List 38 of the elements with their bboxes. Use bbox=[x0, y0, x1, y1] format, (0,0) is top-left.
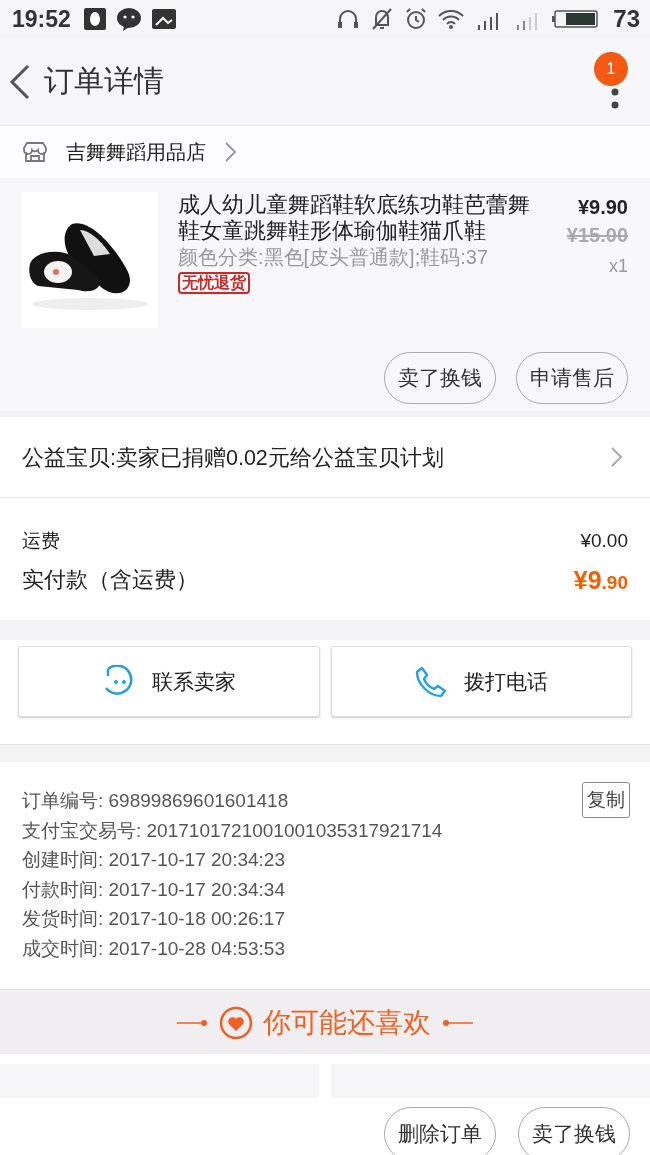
contact-button[interactable]: 联系卖家 bbox=[18, 646, 320, 717]
shop-name[interactable]: 吉舞舞蹈用品店 bbox=[66, 138, 206, 166]
total-value: ¥9.90 bbox=[573, 565, 628, 595]
order-detail: 创建时间: 2017-10-17 20:34:23 bbox=[22, 848, 285, 872]
section-title: 你可能还喜欢 bbox=[263, 1006, 431, 1040]
wifi-icon bbox=[437, 8, 466, 30]
product-variant: 颜色分类:黑色[皮头普通款];鞋码:37 bbox=[178, 245, 490, 270]
order-detail: 成交时间: 2017-10-28 04:53:53 bbox=[22, 936, 285, 961]
action-button[interactable]: 删除订单 bbox=[384, 1107, 496, 1155]
store-icon bbox=[22, 141, 48, 163]
original-price: ¥15.00 bbox=[566, 223, 628, 248]
fee-value: ¥0.00 bbox=[580, 530, 628, 552]
action-button[interactable]: 卖了换钱 bbox=[518, 1107, 630, 1155]
product-title[interactable]: 成人幼儿童舞蹈鞋软底练功鞋芭蕾舞鞋女童跳舞鞋形体瑜伽鞋猫爪鞋 bbox=[178, 192, 530, 244]
total-label: 实付款（含运费） bbox=[22, 566, 198, 594]
copy-button[interactable]: 复制 bbox=[582, 782, 630, 818]
battery-level: 73 bbox=[613, 5, 640, 33]
product-price: ¥9.90 bbox=[577, 195, 628, 220]
phone-icon bbox=[414, 664, 449, 699]
order-detail: 订单编号: 69899869601601418 bbox=[22, 789, 289, 813]
fee-label: 运费 bbox=[22, 529, 60, 553]
notification-badge: 1 bbox=[594, 51, 628, 86]
divider-ornament bbox=[441, 1018, 473, 1028]
battery-icon bbox=[552, 10, 599, 28]
chevron-right-icon[interactable] bbox=[224, 141, 238, 163]
page-title: 订单详情 bbox=[44, 63, 165, 99]
contact-button[interactable]: 拨打电话 bbox=[330, 646, 632, 717]
product-quantity: x1 bbox=[609, 255, 628, 278]
return-tag: 无忧退货 bbox=[178, 272, 250, 294]
chat-icon bbox=[115, 7, 142, 31]
status-time: 19:52 bbox=[12, 5, 71, 33]
order-detail: 付款时间: 2017-10-17 20:34:34 bbox=[22, 877, 285, 902]
order-detail: 支付宝交易号: 2017101721001001035317921714 bbox=[22, 818, 443, 843]
divider-ornament bbox=[177, 1018, 209, 1028]
back-icon[interactable] bbox=[8, 63, 32, 100]
image-icon bbox=[150, 8, 177, 30]
headset-icon bbox=[336, 7, 361, 31]
order-detail: 发货时间: 2017-10-18 00:26:17 bbox=[22, 907, 285, 931]
